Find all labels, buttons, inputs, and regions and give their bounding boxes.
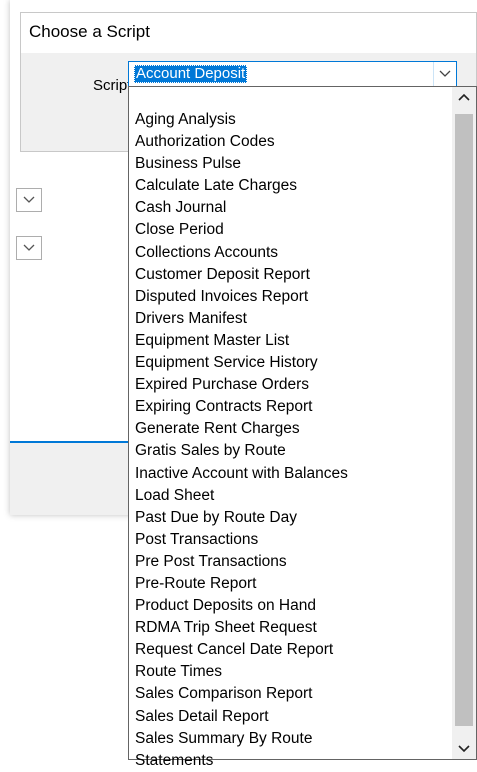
scroll-up-button[interactable] bbox=[452, 87, 476, 107]
script-options: Aging Analysis Authorization Codes Busines… bbox=[133, 109, 348, 772]
script-selected-value: Account Deposit bbox=[134, 65, 248, 83]
scroll-thumb[interactable] bbox=[455, 114, 473, 726]
script-option[interactable]: Post Transactions bbox=[133, 529, 348, 551]
script-dropdown-list: Aging Analysis Authorization Codes Busines… bbox=[128, 86, 477, 769]
dialog-title: Choose a Script bbox=[21, 13, 476, 53]
chevron-down-icon bbox=[439, 70, 451, 77]
script-option[interactable]: Drivers Manifest bbox=[133, 308, 348, 330]
script-option[interactable]: Expired Purchase Orders bbox=[133, 374, 348, 396]
background-dropdown-button[interactable] bbox=[16, 188, 42, 212]
script-label: Script bbox=[93, 77, 132, 94]
script-option[interactable]: Generate Rent Charges bbox=[133, 418, 348, 440]
script-option[interactable]: Sales Detail Report bbox=[133, 706, 348, 728]
script-option[interactable]: Business Pulse bbox=[133, 153, 348, 175]
script-option[interactable]: RDMA Trip Sheet Request bbox=[133, 617, 348, 639]
script-option[interactable]: Authorization Codes bbox=[133, 131, 348, 153]
script-option[interactable]: Customer Deposit Report bbox=[133, 264, 348, 286]
script-option[interactable]: Load Sheet bbox=[133, 485, 348, 507]
script-option[interactable]: Sales Comparison Report bbox=[133, 683, 348, 705]
script-option[interactable]: Close Period bbox=[133, 219, 348, 241]
background-dropdown-button[interactable] bbox=[16, 236, 42, 260]
script-option[interactable]: Equipment Service History bbox=[133, 352, 348, 374]
script-option[interactable]: Collections Accounts bbox=[133, 242, 348, 264]
script-dropdown-button[interactable] bbox=[433, 62, 456, 86]
script-option[interactable]: Sales Summary By Route bbox=[133, 728, 348, 750]
script-option[interactable]: Calculate Late Charges bbox=[133, 175, 348, 197]
script-option[interactable]: Equipment Master List bbox=[133, 330, 348, 352]
script-option[interactable]: Disputed Invoices Report bbox=[133, 286, 348, 308]
scroll-down-button[interactable] bbox=[452, 739, 476, 759]
script-option[interactable]: Pre Post Transactions bbox=[133, 551, 348, 573]
script-option[interactable]: Expiring Contracts Report bbox=[133, 396, 348, 418]
script-combobox[interactable]: Account Deposit bbox=[128, 61, 457, 87]
script-option[interactable]: Route Times bbox=[133, 661, 348, 683]
chevron-down-icon bbox=[23, 244, 35, 251]
script-option[interactable]: Pre-Route Report bbox=[133, 573, 348, 595]
script-option[interactable]: Statements bbox=[133, 750, 348, 772]
script-option[interactable]: Gratis Sales by Route bbox=[133, 440, 348, 462]
chevron-up-icon bbox=[458, 93, 470, 101]
chevron-down-icon bbox=[23, 196, 35, 203]
script-option[interactable]: Product Deposits on Hand bbox=[133, 595, 348, 617]
chevron-down-icon bbox=[458, 745, 470, 753]
script-option[interactable]: Past Due by Route Day bbox=[133, 507, 348, 529]
script-option[interactable]: Cash Journal bbox=[133, 197, 348, 219]
script-option[interactable]: Aging Analysis bbox=[133, 109, 348, 131]
dropdown-scrollbar[interactable] bbox=[452, 87, 476, 759]
script-option[interactable]: Inactive Account with Balances bbox=[133, 463, 348, 485]
script-option[interactable]: Request Cancel Date Report bbox=[133, 639, 348, 661]
